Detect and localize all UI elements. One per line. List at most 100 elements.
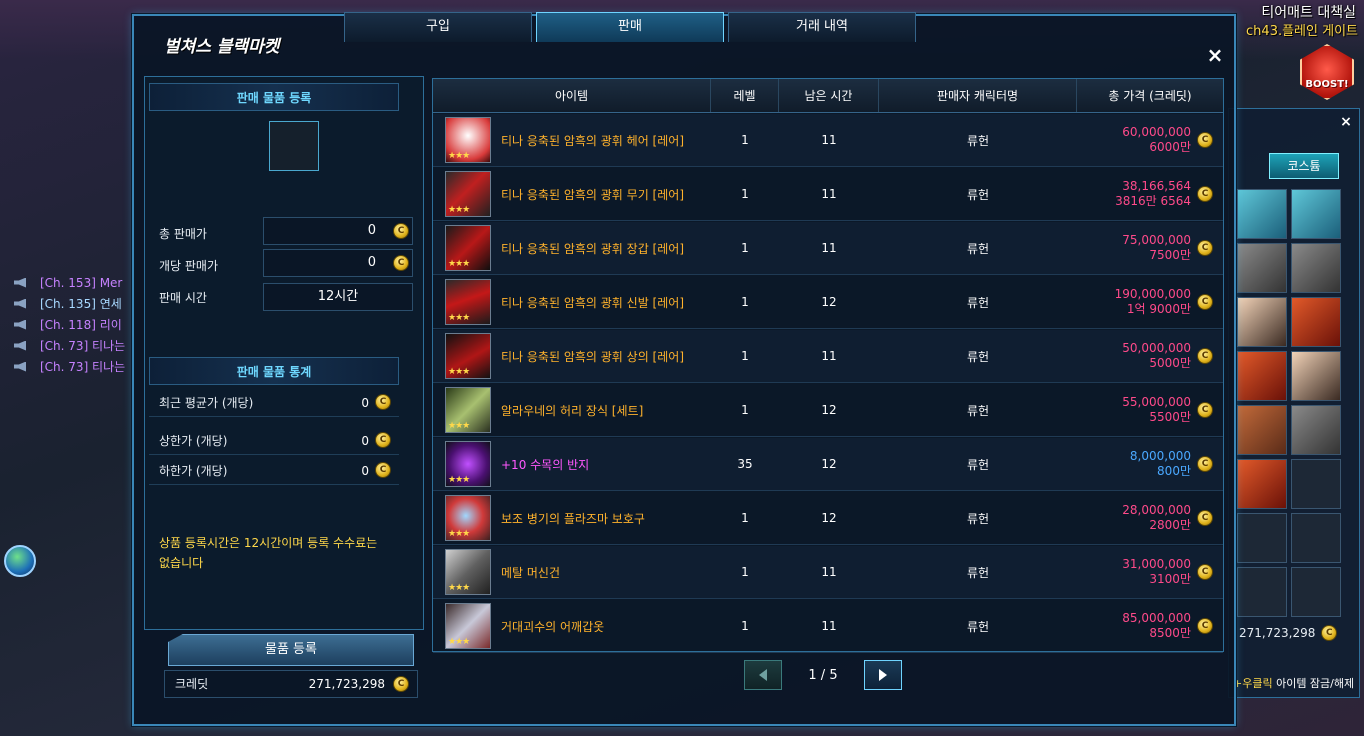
next-page-button[interactable] <box>864 660 902 690</box>
inventory-grid <box>1237 189 1341 617</box>
inventory-slot[interactable] <box>1291 189 1341 239</box>
inventory-slot[interactable] <box>1237 405 1287 455</box>
prev-page-button[interactable] <box>744 660 782 690</box>
coin-icon <box>1197 564 1213 580</box>
inventory-slot[interactable] <box>1291 351 1341 401</box>
table-row[interactable]: ★★★ 티나 응축된 암흑의 광휘 헤어 [레어] 1 11 류헌 60,000,000 6… <box>433 114 1223 167</box>
chat-line[interactable]: [Ch. 73] 티나는 <box>14 356 125 377</box>
wing-icon[interactable]: ★★★ <box>445 387 491 433</box>
item-cell: ★★★ 티나 응축된 암흑의 광휘 상의 [레어] <box>433 333 711 379</box>
price-value: 8,000,000 <box>1129 449 1191 463</box>
table-row[interactable]: ★★★ 알라우네의 허리 장식 [세트] 1 12 류헌 55,000,000 5500만 <box>433 384 1223 437</box>
unit-price-field[interactable]: 0 <box>263 249 413 277</box>
chat-line[interactable]: [Ch. 153] Mer <box>14 272 125 293</box>
gun-icon[interactable]: ★★★ <box>445 549 491 595</box>
inventory-slot[interactable] <box>1237 297 1287 347</box>
price-short: 3816만 6564 <box>1115 194 1191 208</box>
speaker-icon <box>14 340 26 351</box>
inventory-slot[interactable] <box>1291 297 1341 347</box>
coin-icon <box>1197 618 1213 634</box>
tab-costume[interactable]: 코스튬 <box>1269 153 1339 179</box>
weapon-icon[interactable]: ★★★ <box>445 171 491 217</box>
column-header-seller[interactable]: 판매자 캐릭터명 <box>879 79 1077 112</box>
table-row[interactable]: ★★★ 보조 병기의 플라즈마 보호구 1 12 류헌 28,000,000 2800만 <box>433 492 1223 545</box>
seller-cell: 류헌 <box>966 565 990 580</box>
table-row[interactable]: ★★★ 티나 응축된 암흑의 광휘 장갑 [레어] 1 11 류헌 75,000,000 7… <box>433 222 1223 275</box>
column-header-price[interactable]: 총 가격 (크레딧) <box>1077 79 1223 112</box>
register-item-button[interactable]: 물품 등록 <box>168 634 414 666</box>
duration-select[interactable]: 12시간 <box>263 283 413 311</box>
arrow-right-icon <box>879 669 887 681</box>
inventory-slot[interactable] <box>1237 567 1287 617</box>
table-row[interactable]: ★★★ +10 수목의 반지 35 12 류헌 8,000,000 800만 <box>433 438 1223 491</box>
close-icon[interactable]: × <box>1204 44 1226 66</box>
inventory-slot[interactable] <box>1237 243 1287 293</box>
item-cell: ★★★ 알라우네의 허리 장식 [세트] <box>433 387 711 433</box>
coin-icon <box>375 462 391 478</box>
armguard-icon[interactable]: ★★★ <box>445 495 491 541</box>
inventory-slot[interactable] <box>1291 405 1341 455</box>
price-cell: 31,000,000 3100만 <box>1077 557 1223 587</box>
price-short: 7500만 <box>1149 248 1191 262</box>
column-header-level[interactable]: 레벨 <box>711 79 779 112</box>
inventory-slot[interactable] <box>1237 459 1287 509</box>
shoulder-icon[interactable]: ★★★ <box>445 603 491 649</box>
table-row[interactable]: ★★★ 메탈 머신건 1 11 류헌 31,000,000 3100만 <box>433 546 1223 599</box>
column-header-item[interactable]: 아이템 <box>433 79 711 112</box>
inventory-window: × 코스튬 271,723,298 +우클릭 아이템 잠금/해제 <box>1228 108 1360 698</box>
item-name: 티나 응축된 암흑의 광휘 신발 [레어] <box>501 295 684 310</box>
chat-line[interactable]: [Ch. 73] 티나는 <box>14 335 125 356</box>
shoes-icon[interactable]: ★★★ <box>445 279 491 325</box>
table-row[interactable]: ★★★ 티나 응축된 암흑의 광휘 상의 [레어] 1 11 류헌 50,000,000 5… <box>433 330 1223 383</box>
inventory-credits: 271,723,298 <box>1239 625 1338 641</box>
inventory-slot[interactable] <box>1237 513 1287 563</box>
time-left-cell: 11 <box>821 241 837 255</box>
inventory-slot[interactable] <box>1237 351 1287 401</box>
glove-icon[interactable]: ★★★ <box>445 225 491 271</box>
chat-line[interactable]: [Ch. 118] 리이 <box>14 314 125 335</box>
item-name: 티나 응축된 암흑의 광휘 장갑 [레어] <box>501 241 684 256</box>
ring-icon[interactable]: ★★★ <box>445 441 491 487</box>
top-icon[interactable]: ★★★ <box>445 333 491 379</box>
stat-label: 상한가 (개당) <box>159 434 228 448</box>
price-value: 28,000,000 <box>1122 503 1191 517</box>
chat-text: [Ch. 153] Mer <box>40 275 123 290</box>
column-header-time-left[interactable]: 남은 시간 <box>779 79 879 112</box>
level-cell: 1 <box>741 241 749 255</box>
tab-buy[interactable]: 구입 <box>344 12 532 42</box>
inventory-close-icon[interactable]: × <box>1337 113 1355 131</box>
stat-recent-average: 최근 평균가 (개당) 0 <box>149 389 399 417</box>
coin-icon <box>1197 348 1213 364</box>
inventory-slot[interactable] <box>1237 189 1287 239</box>
price-value: 75,000,000 <box>1122 233 1191 247</box>
inventory-slot[interactable] <box>1291 459 1341 509</box>
chat-text: [Ch. 118] 리이 <box>40 318 122 332</box>
price-short: 800만 <box>1157 464 1191 478</box>
seller-cell: 류헌 <box>966 457 990 472</box>
tab-history[interactable]: 거래 내역 <box>728 12 916 42</box>
arrow-left-icon <box>759 669 767 681</box>
chat-line[interactable]: [Ch. 135] 연세 <box>14 293 125 314</box>
table-row[interactable]: ★★★ 티나 응축된 암흑의 광휘 무기 [레어] 1 11 류헌 38,166,564 3… <box>433 168 1223 221</box>
stat-upper-limit: 상한가 (개당) 0 <box>149 427 399 455</box>
star-rating-icon: ★★★ <box>448 151 470 161</box>
unit-price-label: 개당 판매가 <box>159 259 219 273</box>
item-cell: ★★★ 보조 병기의 플라즈마 보호구 <box>433 495 711 541</box>
inventory-slot[interactable] <box>1291 243 1341 293</box>
speaker-icon <box>14 319 26 330</box>
hair-icon[interactable]: ★★★ <box>445 117 491 163</box>
price-value: 31,000,000 <box>1122 557 1191 571</box>
globe-icon[interactable] <box>4 545 36 577</box>
tab-sell[interactable]: 판매 <box>536 12 724 42</box>
sell-panel: 판매 물품 등록 총 판매가 0 개당 판매가 0 판매 시간 12시간 판매 … <box>144 76 424 630</box>
item-drop-slot[interactable] <box>269 121 319 171</box>
table-row[interactable]: ★★★ 티나 응축된 암흑의 광휘 신발 [레어] 1 12 류헌 190,000,000… <box>433 276 1223 329</box>
inventory-slot[interactable] <box>1291 567 1341 617</box>
star-rating-icon: ★★★ <box>448 475 470 485</box>
inventory-slot[interactable] <box>1291 513 1341 563</box>
item-cell: ★★★ 티나 응축된 암흑의 광휘 헤어 [레어] <box>433 117 711 163</box>
stat-value: 0 <box>361 396 369 410</box>
table-row[interactable]: ★★★ 거대괴수의 어깨갑옷 1 11 류헌 85,000,000 8500만 <box>433 600 1223 653</box>
total-price-field[interactable]: 0 <box>263 217 413 245</box>
boost-label: BOOST! <box>1305 79 1349 90</box>
